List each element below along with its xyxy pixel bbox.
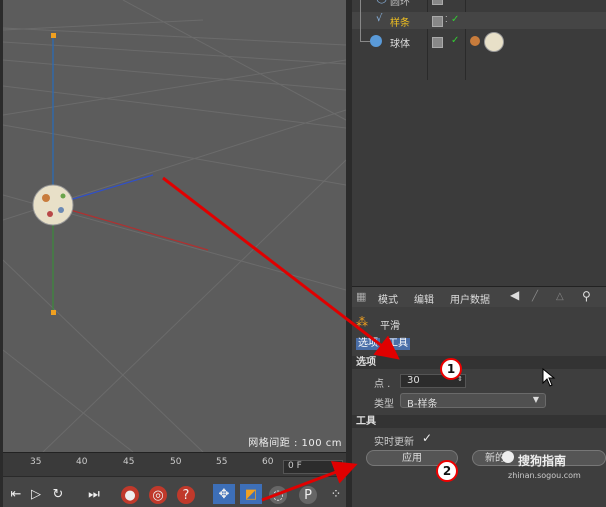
- timeline-tick: 35: [30, 457, 42, 467]
- dots-icon: ⁚: [445, 15, 448, 24]
- watermark-url: zhinan.sogou.com: [508, 471, 581, 480]
- mouse-cursor-icon: [542, 368, 556, 387]
- torus-icon: ◯: [376, 0, 387, 4]
- type-dropdown[interactable]: B-样条 ▼: [400, 393, 546, 410]
- enabled-check-icon[interactable]: ✓: [451, 14, 459, 25]
- chevron-down-icon: ▼: [532, 395, 539, 404]
- points-label: 点 .: [374, 379, 391, 390]
- layer-checkbox[interactable]: [432, 16, 443, 27]
- up-icon[interactable]: △: [556, 291, 564, 302]
- timeline-tick: 55: [216, 457, 228, 467]
- attribute-manager: ▦ 模式 编辑 用户数据 ◀ ╱ △ ⚲ ⁂ 平滑 选项 工具 选项 点 . 3…: [352, 286, 606, 507]
- texture-tag-icon[interactable]: [484, 32, 504, 52]
- spline-icon: √: [376, 13, 383, 24]
- play-icon[interactable]: ▷: [25, 484, 47, 504]
- material-tag-icon[interactable]: [470, 36, 480, 46]
- grid-spacing-label: 网格间距 : 100 cm: [248, 438, 342, 449]
- auto-key-icon[interactable]: ◎: [149, 486, 167, 504]
- annotation-badge-1: 1: [440, 358, 462, 380]
- object-row[interactable]: 球体 ✓: [352, 32, 606, 52]
- section-tools: 工具: [352, 415, 606, 428]
- sphere-icon: [370, 35, 382, 47]
- back-arrow-icon[interactable]: ◀: [510, 288, 519, 302]
- smooth-tool-icon: ⁂: [356, 315, 368, 329]
- scale-tool-icon[interactable]: ◩: [240, 484, 262, 504]
- viewport[interactable]: 网格间距 : 100 cm: [3, 0, 346, 452]
- annotation-badge-2: 2: [436, 460, 458, 482]
- grip-icon: ▦: [356, 290, 367, 303]
- menu-user-data[interactable]: 用户数据: [450, 291, 490, 306]
- timeline-tick: 45: [123, 457, 135, 467]
- layer-checkbox[interactable]: [432, 37, 443, 48]
- sogou-logo-icon: [502, 451, 514, 463]
- timeline-tick: 50: [170, 457, 182, 467]
- menu-mode[interactable]: 模式: [378, 291, 398, 306]
- object-name: 样条: [390, 18, 410, 29]
- points-value: 30: [407, 375, 420, 386]
- realtime-update-label: 实时更新: [374, 437, 414, 448]
- timeline[interactable]: 35 40 45 50 55 60 0 F: [3, 452, 346, 476]
- object-manager: 圆环 ◯ ✓ √ 样条 ⁚ ✓ 球体 ✓: [352, 0, 606, 286]
- watermark: 搜狗指南 zhinan.sogou.com: [502, 449, 602, 485]
- rotate-tool-icon[interactable]: ◌: [269, 486, 287, 504]
- bottom-toolbar: ⇤ ▷ ↻ ⏭ ● ◎ ? ✥ ◩ ◌ P ⁘: [3, 476, 346, 507]
- current-frame-field[interactable]: 0 F: [283, 460, 343, 474]
- object-name: 球体: [390, 39, 410, 50]
- viewport-grid: [3, 0, 346, 452]
- watermark-brand: 搜狗指南: [518, 454, 567, 468]
- timeline-tick: 40: [76, 457, 88, 467]
- x-axis: [52, 204, 209, 251]
- attribute-menu-bar: ▦ 模式 编辑 用户数据 ◀ ╱ △ ⚲: [352, 287, 606, 307]
- object-name: 圆环: [390, 0, 410, 8]
- type-label: 类型: [374, 399, 394, 410]
- object-row[interactable]: √ 样条 ⁚ ✓: [352, 12, 606, 29]
- prev-key-icon[interactable]: ⇤: [5, 484, 27, 504]
- forward-icon[interactable]: ╱: [532, 291, 538, 302]
- move-tool-icon[interactable]: ✥: [213, 484, 235, 504]
- loop-icon[interactable]: ↻: [47, 484, 69, 504]
- realtime-update-checkbox[interactable]: ✓: [422, 431, 432, 445]
- search-icon[interactable]: ⚲: [582, 289, 591, 303]
- end-icon[interactable]: ⏭: [83, 484, 105, 504]
- type-value: B-样条: [407, 399, 438, 410]
- enabled-check-icon[interactable]: ✓: [451, 35, 459, 46]
- tab-tools[interactable]: 工具: [386, 338, 410, 350]
- enabled-check-icon[interactable]: ✓: [450, 0, 458, 3]
- tab-options[interactable]: 选项: [356, 338, 380, 350]
- dots-icon[interactable]: ⁘: [325, 484, 347, 504]
- timeline-tick: 60: [262, 457, 274, 467]
- object-row[interactable]: 圆环 ◯ ✓: [352, 0, 606, 8]
- layer-checkbox[interactable]: [432, 0, 443, 5]
- sphere-object: [32, 184, 74, 226]
- help-icon[interactable]: ?: [177, 486, 195, 504]
- menu-edit[interactable]: 编辑: [414, 291, 434, 306]
- section-options: 选项: [352, 356, 606, 369]
- object-name-label: 平滑: [380, 321, 400, 332]
- record-key-icon[interactable]: ●: [121, 486, 139, 504]
- position-key-icon[interactable]: P: [299, 486, 317, 504]
